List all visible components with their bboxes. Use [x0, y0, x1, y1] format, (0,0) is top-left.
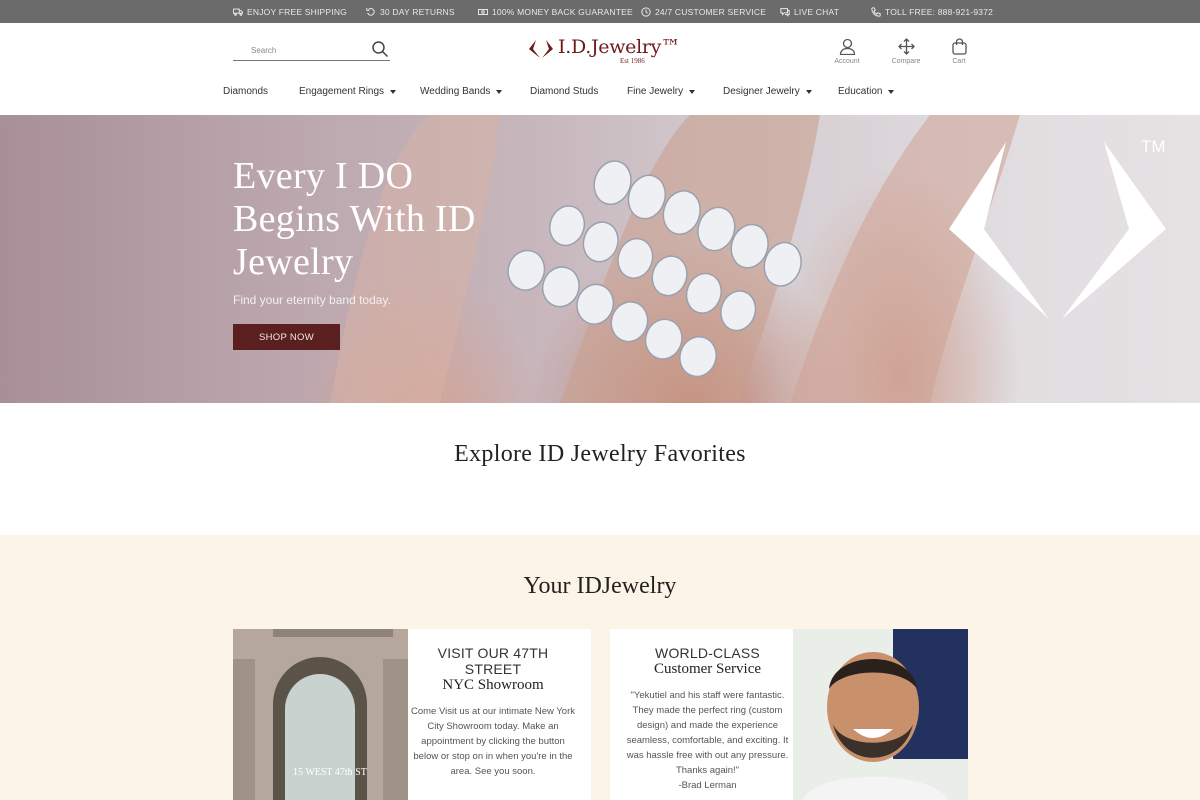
compare-label: Compare	[891, 58, 921, 65]
service-author: -Brad Lerman	[678, 780, 737, 791]
nav-item-education[interactable]: Education	[838, 86, 895, 97]
service-title-line2: Customer Service	[653, 661, 762, 677]
staff-photo	[793, 629, 968, 800]
service-testimonial: "Yekutiel and his staff were fantastic. …	[626, 690, 789, 776]
trademark-mark: TM	[1141, 137, 1166, 156]
caret-down-icon	[496, 89, 503, 94]
shop-now-button[interactable]: SHOP NOW	[233, 324, 340, 350]
showroom-sign-text: 15 WEST 47th ST	[293, 767, 367, 778]
customer-service-info[interactable]: 24/7 CUSTOMER SERVICE	[641, 0, 766, 23]
search-input[interactable]	[233, 41, 363, 59]
move-arrows-icon	[897, 38, 915, 55]
showroom-body: Come Visit us at our intimate New York C…	[410, 706, 576, 777]
caret-down-icon	[689, 89, 696, 94]
nav-label: Wedding Bands	[420, 86, 491, 97]
service-text: WORLD-CLASS Customer Service "Yekutiel a…	[620, 645, 795, 793]
money-back-label: 100% MONEY BACK GUARANTEE	[492, 6, 633, 17]
nav-label: Designer Jewelry	[723, 86, 800, 97]
live-chat-link[interactable]: LIVE CHAT	[780, 0, 839, 23]
cart-button[interactable]: Cart	[939, 38, 979, 65]
chat-icon	[780, 7, 790, 17]
nav-label: Diamond Studs	[530, 86, 599, 97]
showroom-text: VISIT OUR 47TH STREET NYC Showroom Come …	[408, 645, 578, 779]
truck-icon	[233, 8, 243, 16]
customer-service-label: 24/7 CUSTOMER SERVICE	[655, 6, 767, 17]
nav-item-diamond-studs[interactable]: Diamond Studs	[530, 86, 598, 97]
diamond-logo-icon	[529, 40, 553, 58]
diamond-logo-icon	[949, 142, 1166, 319]
showroom-title-line1: VISIT OUR 47TH STREET	[437, 645, 549, 677]
toll-free-link[interactable]: TOLL FREE: 888-921-9372	[871, 0, 993, 23]
nav-item-fine-jewelry[interactable]: Fine Jewelry	[627, 86, 696, 97]
caret-down-icon	[390, 89, 397, 94]
customer-service-card[interactable]: WORLD-CLASS Customer Service "Yekutiel a…	[610, 629, 968, 800]
account-button[interactable]: Account	[827, 38, 867, 65]
favorites-section: Explore ID Jewelry Favorites	[0, 403, 1200, 535]
nav-item-designer-jewelry[interactable]: Designer Jewelry	[723, 86, 812, 97]
caret-down-icon	[805, 89, 812, 94]
compare-button[interactable]: Compare	[886, 38, 926, 65]
site-logo[interactable]: I.D.Jewelry™ Est 1986	[528, 36, 680, 70]
hero-title: Every I DO Begins With ID Jewelry	[233, 155, 476, 283]
showroom-card[interactable]: 15 WEST 47th ST VISIT OUR 47TH STREET NY…	[233, 629, 591, 800]
hero-subtitle: Find your eternity band today.	[233, 293, 391, 307]
nav-label: Education	[838, 86, 883, 97]
logo-name: I.D.Jewelry™	[558, 36, 680, 58]
money-icon	[478, 8, 488, 15]
returns-info[interactable]: 30 DAY RETURNS	[366, 0, 455, 23]
cart-label: Cart	[952, 58, 966, 65]
nav-label: Engagement Rings	[299, 86, 385, 97]
live-chat-label: LIVE CHAT	[794, 6, 840, 17]
phone-icon	[871, 6, 881, 17]
money-back-info[interactable]: 100% MONEY BACK GUARANTEE	[478, 0, 633, 23]
returns-label: 30 DAY RETURNS	[380, 6, 455, 17]
shopping-bag-icon	[951, 38, 967, 55]
caret-down-icon	[888, 89, 895, 94]
showroom-title-line2: NYC Showroom	[442, 677, 544, 693]
nav-item-diamonds[interactable]: Diamonds	[223, 86, 268, 97]
clock-icon	[641, 6, 651, 17]
nav-label: Diamonds	[223, 86, 269, 97]
user-icon	[839, 38, 855, 55]
shipping-label: ENJOY FREE SHIPPING	[247, 6, 347, 17]
return-icon	[366, 7, 375, 16]
search-icon[interactable]	[371, 40, 389, 58]
hero-banner: Every I DO Begins With ID Jewelry Find y…	[0, 115, 1200, 403]
account-label: Account	[834, 58, 860, 65]
showroom-photo: 15 WEST 47th ST	[233, 629, 408, 800]
top-utility-bar: ENJOY FREE SHIPPING 30 DAY RETURNS 100% …	[0, 0, 1200, 23]
toll-free-label: TOLL FREE: 888-921-9372	[885, 6, 994, 17]
logo-established: Est 1986	[620, 57, 645, 65]
search-box	[233, 39, 390, 61]
shipping-info[interactable]: ENJOY FREE SHIPPING	[233, 0, 347, 23]
your-id-title: Your IDJewelry	[523, 573, 677, 599]
your-id-jewelry-section: Your IDJewelry 15 WEST 47th ST VISIT OUR…	[0, 535, 1200, 800]
nav-label: Fine Jewelry	[627, 86, 684, 97]
site-header: I.D.Jewelry™ Est 1986 Account Compare Ca…	[0, 23, 1200, 115]
nav-item-engagement-rings[interactable]: Engagement Rings	[299, 86, 397, 97]
nav-item-wedding-bands[interactable]: Wedding Bands	[420, 86, 503, 97]
favorites-title: Explore ID Jewelry Favorites	[454, 441, 746, 467]
service-title-line1: WORLD-CLASS	[655, 645, 760, 661]
main-navigation: Diamonds Engagement Rings Wedding Bands …	[0, 86, 1200, 104]
